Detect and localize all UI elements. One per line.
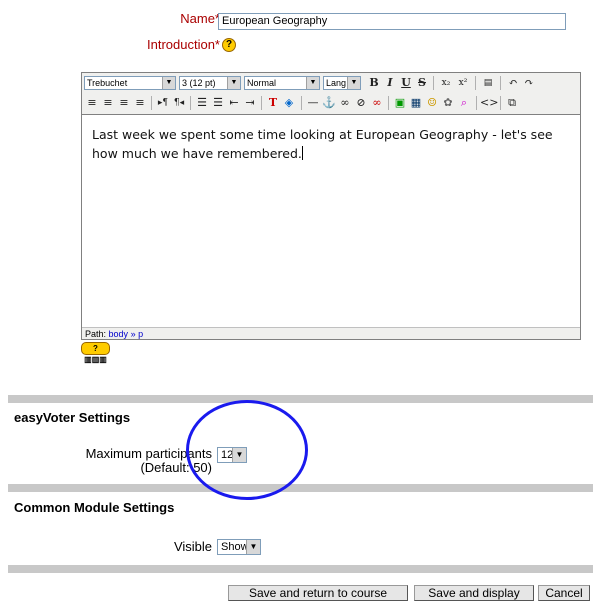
visible-label: Visible (173, 539, 212, 554)
path-separator: » (130, 329, 136, 339)
chevron-down-icon: ▼ (162, 77, 175, 89)
chevron-down-icon: ▼ (227, 77, 240, 89)
visible-select[interactable]: Show ▼ (217, 539, 261, 555)
link-icon[interactable]: ∞ (337, 95, 353, 111)
help-icon[interactable]: ? (222, 38, 236, 52)
keyboard-help-icon[interactable]: ? ▥▥▥ (81, 342, 110, 364)
superscript-icon[interactable]: x² (455, 75, 471, 91)
font-size-value: 3 (12 pt) (182, 78, 216, 88)
rtl-icon[interactable]: ¶◂ (171, 95, 187, 111)
easyvoter-settings-title: easyVoter Settings (14, 410, 131, 425)
justify-icon[interactable]: ≡ (132, 95, 148, 111)
editor-content[interactable]: Last week we spent some time looking at … (82, 115, 580, 329)
subscript-icon[interactable]: x₂ (438, 75, 454, 91)
name-input[interactable]: European Geography (218, 13, 566, 30)
html-source-icon[interactable]: <> (480, 95, 498, 111)
lang-value: Lang (326, 78, 347, 88)
path-p-link[interactable]: p (138, 329, 143, 339)
toolbar-divider (500, 76, 501, 90)
italic-icon[interactable]: I (382, 75, 398, 91)
unlink-icon[interactable]: ⊘ (353, 95, 369, 111)
toolbar-divider (476, 96, 477, 110)
smiley-icon[interactable]: ☺ (424, 95, 440, 111)
name-label: Name* (180, 11, 220, 26)
text-color-icon[interactable]: T (265, 95, 281, 111)
lang-select[interactable]: Lang ▼ (323, 76, 361, 90)
ordered-list-icon[interactable]: ☰ (194, 95, 210, 111)
chevron-down-icon: ▼ (306, 77, 319, 89)
toolbar-divider (388, 96, 389, 110)
path-body-link[interactable]: body (109, 329, 129, 339)
chevron-down-icon: ▼ (347, 77, 360, 89)
unordered-list-icon[interactable]: ☰ (210, 95, 226, 111)
align-right-icon[interactable]: ≡ (116, 95, 132, 111)
cancel-button[interactable]: Cancel (538, 585, 590, 601)
bold-icon[interactable]: B (366, 75, 382, 91)
align-left-icon[interactable]: ≡ (84, 95, 100, 111)
redo-icon[interactable]: ↷ (521, 75, 537, 91)
annotation-circle (186, 400, 308, 500)
horizontal-rule-icon[interactable]: — (305, 95, 321, 111)
section-divider (8, 484, 593, 492)
special-char-icon[interactable]: ✿ (440, 95, 456, 111)
no-link-icon[interactable]: ∞ (369, 95, 385, 111)
toolbar-divider (475, 76, 476, 90)
font-family-value: Trebuchet (87, 78, 128, 88)
common-module-settings-title: Common Module Settings (14, 500, 175, 515)
save-and-return-button[interactable]: Save and return to course (228, 585, 408, 601)
align-center-icon[interactable]: ≡ (100, 95, 116, 111)
search-replace-icon[interactable]: ⌕ (456, 95, 472, 111)
fullscreen-icon[interactable]: ⧉ (504, 95, 520, 111)
editor-toolbar-row2: ≡ ≡ ≡ ≡ ▸¶ ¶◂ ☰ ☰ ⇤ ⇥ T ◈ — ⚓ ∞ ⊘ ∞ ▣ ▦ … (82, 93, 580, 115)
html-editor: Trebuchet ▼ 3 (12 pt) ▼ Normal ▼ Lang ▼ B I … (81, 72, 581, 340)
toolbar-divider (190, 96, 191, 110)
indent-icon[interactable]: ⇥ (242, 95, 258, 111)
path-label: Path: (85, 329, 107, 339)
toolbar-divider (261, 96, 262, 110)
toolbar-divider (301, 96, 302, 110)
insert-image-icon[interactable]: ▣ (392, 95, 408, 111)
toolbar-divider (433, 76, 434, 90)
outdent-icon[interactable]: ⇤ (226, 95, 242, 111)
editor-text: Last week we spent some time looking at … (92, 127, 553, 161)
section-divider (8, 395, 593, 403)
anchor-icon[interactable]: ⚓ (321, 95, 337, 111)
text-caret (301, 146, 303, 160)
strikethrough-icon[interactable]: S (414, 75, 430, 91)
chevron-down-icon: ▼ (246, 540, 260, 554)
toolbar-divider (151, 96, 152, 110)
clean-word-icon[interactable]: ▤ (480, 75, 496, 91)
section-divider (8, 565, 593, 573)
visible-value: Show (221, 541, 249, 553)
editor-toolbar-row1: Trebuchet ▼ 3 (12 pt) ▼ Normal ▼ Lang ▼ B I … (82, 73, 580, 94)
underline-icon[interactable]: U (398, 75, 414, 91)
toolbar-divider (500, 96, 501, 110)
format-select[interactable]: Normal ▼ (244, 76, 320, 90)
format-value: Normal (247, 78, 277, 88)
font-family-select[interactable]: Trebuchet ▼ (84, 76, 176, 90)
background-color-icon[interactable]: ◈ (281, 95, 297, 111)
ltr-icon[interactable]: ▸¶ (155, 95, 171, 111)
undo-icon[interactable]: ↶ (505, 75, 521, 91)
insert-table-icon[interactable]: ▦ (408, 95, 424, 111)
editor-path-bar: Path: body » p (82, 327, 580, 339)
introduction-label: Introduction* (147, 37, 220, 52)
save-and-display-button[interactable]: Save and display (414, 585, 534, 601)
font-size-select[interactable]: 3 (12 pt) ▼ (179, 76, 241, 90)
